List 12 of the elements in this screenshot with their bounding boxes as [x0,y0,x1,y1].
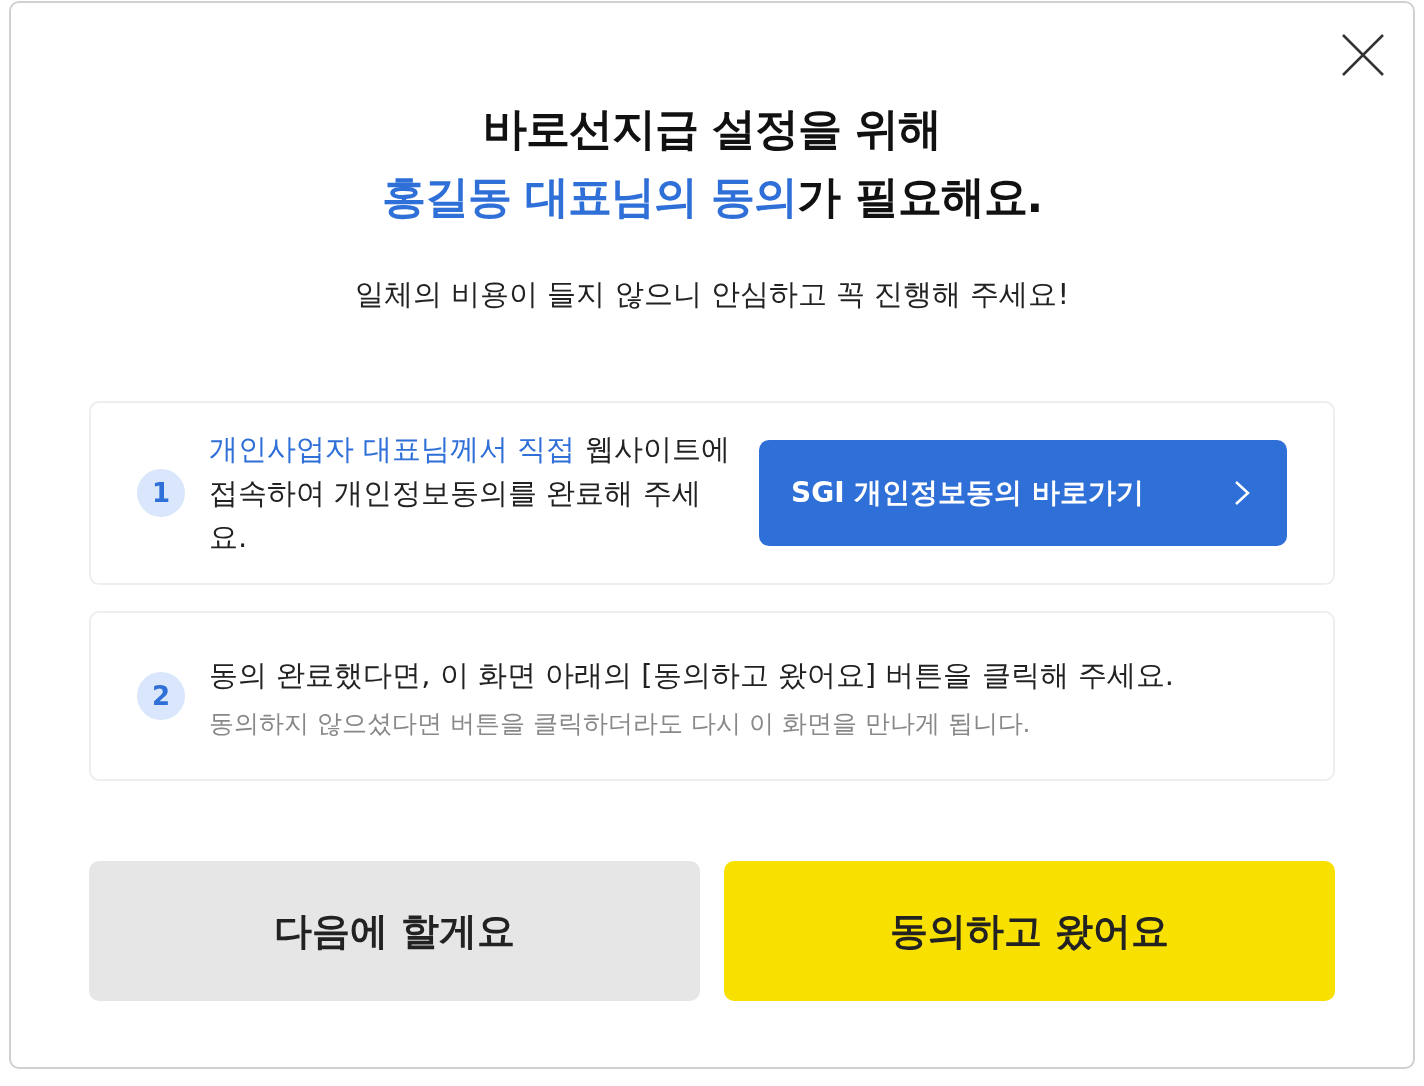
dialog-title: 홍길동 대표님의 동의가 필요해요. [381,170,1043,224]
confirm-button[interactable]: 동의하고 왔어요 [724,861,1335,1001]
step-number: 1 [137,469,185,517]
step-note: 동의하지 않으셨다면 버튼을 클릭하더라도 다시 이 화면을 만나게 됩니다. [209,707,1032,740]
step-text: 동의 완료했다면, 이 화면 아래의 [동의하고 왔어요] 버튼을 클릭해 주세요. [209,656,1176,694]
later-button[interactable]: 다음에 할게요 [89,861,700,1001]
chevron-right-icon [1233,479,1251,507]
step-text: 개인사업자 대표님께서 직접 웹사이트에 접속하여 개인정보동의를 완료해 주세요. [209,431,731,556]
dialog-subtitle: 일체의 비용이 들지 않으니 안심하고 꼭 진행해 주세요! [354,276,1070,313]
dialog-title: 바로선지급 설정을 위해 [481,102,943,156]
step-number: 2 [137,672,185,720]
consent-link-button[interactable]: SGI 개인정보동의 바로가기 [759,440,1287,546]
